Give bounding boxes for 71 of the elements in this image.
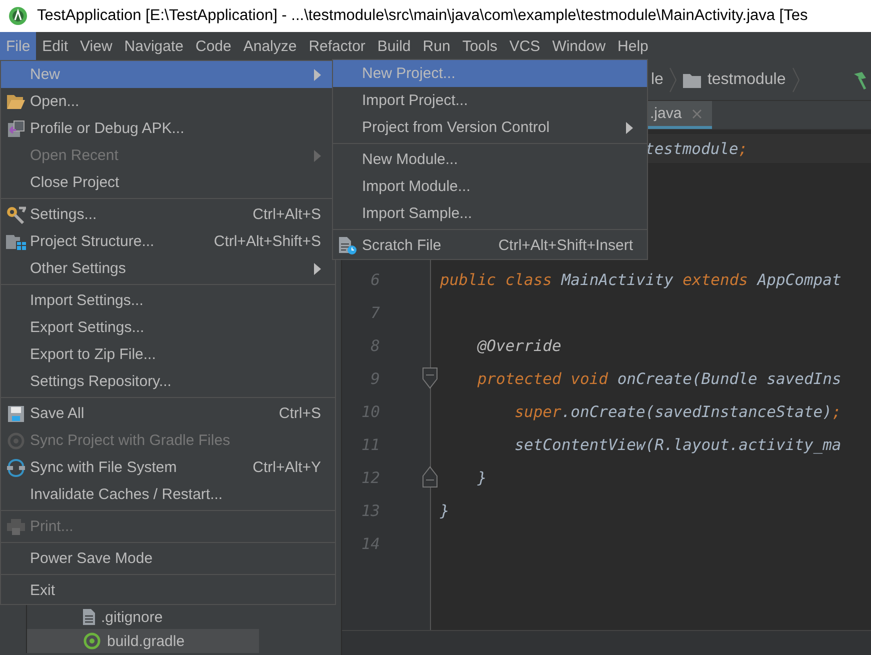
- chevron-icon: [669, 67, 678, 93]
- code-line: @Override: [476, 336, 562, 354]
- menu-bar-item[interactable]: Build: [371, 32, 417, 60]
- hammer-icon[interactable]: [853, 70, 867, 90]
- menu-bar-item[interactable]: Edit: [36, 32, 74, 60]
- menu-item[interactable]: Import Module...: [333, 173, 647, 200]
- menu-item[interactable]: Import Sample...: [333, 200, 647, 227]
- breadcrumb[interactable]: testmodule: [707, 71, 786, 89]
- shortcut-label: Ctrl+S: [278, 405, 321, 422]
- sync-icon: [6, 432, 24, 450]
- menu-bar-item[interactable]: Refactor: [302, 32, 372, 60]
- menu-item[interactable]: Project Structure... Ctrl+Alt+Shift+S: [1, 228, 335, 255]
- code-line: super.onCreate(savedInstanceState);: [514, 402, 842, 420]
- code-line: public class MainActivity extends AppCompat: [439, 270, 842, 288]
- code-line: testmodule;: [644, 140, 748, 158]
- menu-bar-item[interactable]: Help: [612, 32, 654, 60]
- menu-item[interactable]: Export to Zip File...: [1, 341, 335, 368]
- menu-bar-item[interactable]: Run: [416, 32, 456, 60]
- window-title: TestApplication [E:\TestApplication] - ...\testmodule\src\main\java\com\example\testmodule\MainActivity.java [Tes: [37, 7, 808, 25]
- printer-icon: [6, 518, 24, 534]
- folder-icon: [683, 72, 702, 88]
- menu-bar-item[interactable]: Tools: [456, 32, 504, 60]
- menu-bar-item[interactable]: Analyze: [237, 32, 303, 60]
- tree-item[interactable]: .gitignore: [27, 605, 259, 629]
- menu-bar-item[interactable]: VCS: [503, 32, 546, 60]
- gradle-icon: [83, 632, 101, 650]
- scratch-file-icon: [338, 236, 356, 254]
- breadcrumb[interactable]: le: [651, 71, 664, 89]
- editor-tab[interactable]: .java: [646, 101, 712, 129]
- menu-bar-item[interactable]: Window: [546, 32, 612, 60]
- menu-item[interactable]: Profile or Debug APK...: [1, 115, 335, 142]
- shortcut-label: Ctrl+Alt+S: [252, 206, 321, 223]
- save-icon: [8, 406, 24, 422]
- menu-item[interactable]: Save All Ctrl+S: [1, 400, 335, 427]
- menu-item[interactable]: Import Settings...: [1, 287, 335, 314]
- apk-icon: [6, 120, 24, 138]
- menu-item[interactable]: Export Settings...: [1, 314, 335, 341]
- tree-item[interactable]: build.gradle: [27, 629, 259, 653]
- menu-item[interactable]: Scratch File Ctrl+Alt+Shift+Insert: [333, 232, 647, 259]
- shortcut-label: Ctrl+Alt+Shift+S: [214, 233, 321, 250]
- android-studio-icon: [8, 6, 28, 26]
- fold-icon[interactable]: [422, 367, 438, 389]
- chevron-icon: [792, 67, 800, 93]
- menu-item[interactable]: Sync with File System Ctrl+Alt+Y: [1, 454, 335, 481]
- menu-item[interactable]: Settings Repository...: [1, 368, 335, 395]
- menu-item[interactable]: Exit: [1, 577, 335, 604]
- code-line: }: [476, 468, 487, 486]
- project-structure-icon: [6, 234, 26, 250]
- menu-item[interactable]: Project from Version Control: [333, 114, 647, 141]
- menu-item[interactable]: Import Project...: [333, 87, 647, 114]
- wrench-icon: [6, 206, 26, 224]
- shortcut-label: Ctrl+Alt+Y: [252, 459, 321, 476]
- menu-bar-item[interactable]: Code: [189, 32, 238, 60]
- file-icon: [83, 609, 95, 625]
- menu-item[interactable]: Settings... Ctrl+Alt+S: [1, 201, 335, 228]
- shortcut-label: Ctrl+Alt+Shift+Insert: [498, 237, 633, 254]
- code-line: protected void onCreate(Bundle savedIns: [476, 370, 842, 388]
- code-line: }: [439, 502, 450, 520]
- folder-icon: [6, 94, 24, 108]
- menu-bar-item[interactable]: Navigate: [118, 32, 190, 60]
- menu-item[interactable]: Other Settings: [1, 255, 335, 282]
- close-icon[interactable]: [692, 108, 702, 118]
- menu-bar-item[interactable]: View: [74, 32, 118, 60]
- menu-item[interactable]: New Module...: [333, 146, 647, 173]
- fold-icon[interactable]: [422, 466, 438, 488]
- code-line: setContentView(R.layout.activity_ma: [514, 436, 842, 454]
- menu-item[interactable]: Open...: [1, 88, 335, 115]
- menu-item[interactable]: Power Save Mode: [1, 545, 335, 572]
- menu-item[interactable]: Invalidate Caches / Restart...: [1, 481, 335, 508]
- sync-icon: [6, 458, 26, 476]
- menu-item[interactable]: Close Project: [1, 169, 335, 196]
